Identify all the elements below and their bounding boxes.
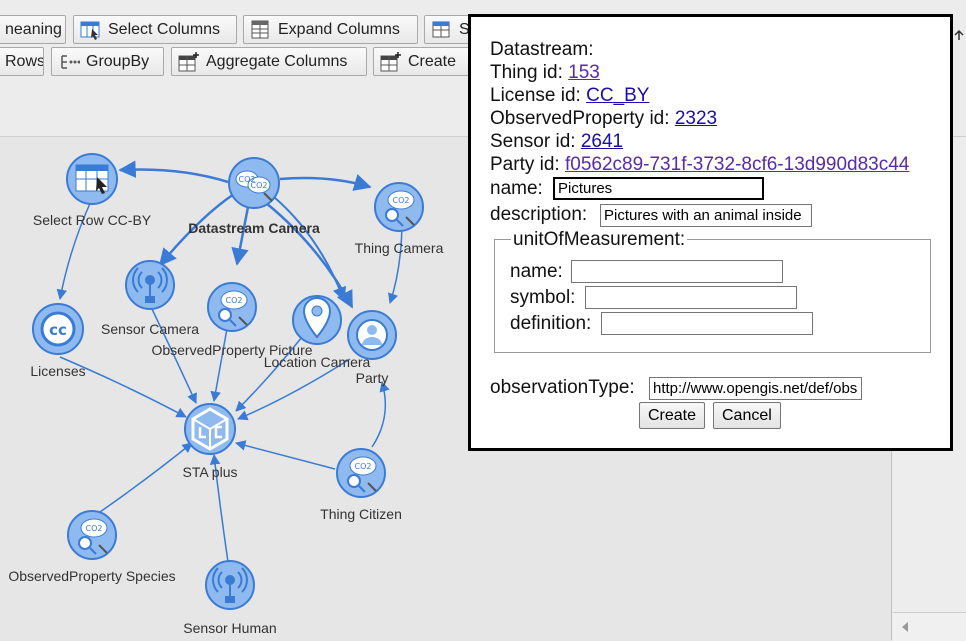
thing-id-label: Thing id:	[490, 62, 569, 83]
expand-columns-label: Expand Columns	[278, 21, 400, 38]
node-observedproperty-picture[interactable]: CO2	[207, 282, 257, 332]
node-label: STA plus	[182, 464, 238, 480]
svg-text:CO2: CO2	[355, 462, 372, 471]
node-label: ObservedProperty Species	[8, 568, 176, 584]
observed-property-id-row: ObservedProperty id: 2323	[490, 108, 717, 130]
node-label: Sensor Human	[183, 620, 277, 636]
observation-type-input[interactable]	[649, 377, 862, 400]
aggregate-columns-button[interactable]: Aggregate Columns	[171, 47, 367, 76]
select-columns-button[interactable]: Select Columns	[73, 15, 237, 44]
person-icon	[356, 319, 388, 351]
node-label: Datastream Camera	[188, 220, 320, 236]
groupby-icon	[61, 54, 80, 69]
sensor-id-link[interactable]: 2641	[581, 131, 623, 152]
node-label: Select Row CC-BY	[32, 212, 152, 228]
observed-property-id-link[interactable]: 2323	[675, 108, 717, 129]
node-party[interactable]	[347, 310, 397, 360]
cancel-button[interactable]: Cancel	[713, 402, 781, 429]
meaning-button[interactable]: neaning	[0, 15, 66, 44]
scroll-up-arrow-icon[interactable]	[953, 28, 965, 46]
edge-datastream-party	[265, 202, 354, 309]
unit-name-label: name:	[510, 261, 563, 282]
dialog-heading: Datastream:	[490, 39, 594, 60]
observed-property-id-label: ObservedProperty id:	[490, 108, 675, 129]
node-licenses[interactable]: cc	[32, 303, 84, 355]
expand-columns-icon	[251, 20, 269, 38]
create-table-icon	[380, 51, 401, 71]
license-id-label: License id:	[490, 85, 587, 106]
table-select-icon	[75, 164, 109, 194]
node-sensor-camera[interactable]	[125, 260, 175, 310]
node-label: Location Camera	[263, 354, 371, 370]
unit-definition-input[interactable]	[601, 312, 813, 335]
description-label: description:	[490, 204, 588, 225]
aggregate-columns-icon	[178, 51, 199, 71]
node-sta-plus[interactable]	[184, 403, 236, 455]
svg-text:CO2: CO2	[393, 196, 410, 205]
expand-columns-button[interactable]: Expand Columns	[243, 15, 418, 44]
node-location-camera[interactable]	[292, 295, 342, 345]
node-datastream-camera[interactable]: CO2 CO2	[228, 157, 280, 209]
sensor-id-row: Sensor id: 2641	[490, 131, 623, 153]
create-button[interactable]: Create	[373, 47, 480, 76]
node-select-row-cc-by[interactable]	[66, 153, 118, 205]
unit-symbol-label: symbol:	[510, 287, 576, 308]
unit-name-input[interactable]	[571, 260, 783, 283]
node-thing-camera[interactable]: CO2	[374, 182, 424, 232]
observation-type-label: observationType:	[490, 377, 635, 398]
edge-thingcitizen-sta	[234, 440, 336, 470]
unit-of-measurement-legend: unitOfMeasurement:	[511, 229, 688, 251]
svg-text:cc: cc	[49, 321, 67, 339]
rows-button[interactable]: Rows	[0, 47, 44, 76]
meaning-button-label: neaning	[5, 21, 62, 38]
node-sensor-human[interactable]	[205, 560, 255, 610]
aggregate-columns-label: Aggregate Columns	[206, 53, 348, 70]
party-id-row: Party id: f0562c89-731f-3732-8cf6-13d990…	[490, 154, 909, 176]
thing-id-link[interactable]: 153	[568, 62, 600, 83]
create-button[interactable]: Create	[639, 402, 706, 429]
node-label: Thing Citizen	[320, 506, 402, 522]
groupby-button[interactable]: GroupBy	[51, 47, 164, 76]
svg-text:CO2: CO2	[86, 524, 103, 533]
node-label: Party	[355, 370, 389, 386]
horizontal-scrollbar[interactable]	[893, 612, 966, 641]
select-columns-icon	[80, 21, 100, 40]
unit-definition-label: definition:	[510, 313, 592, 334]
unit-symbol-input[interactable]	[585, 286, 797, 309]
edge-datastream-location	[273, 196, 347, 302]
sensor-id-label: Sensor id:	[490, 131, 581, 152]
license-id-row: License id: CC_BY	[490, 85, 649, 107]
thing-id-row: Thing id: 153	[490, 62, 600, 84]
node-observedproperty-species[interactable]: CO2	[67, 510, 117, 560]
node-thing-citizen[interactable]: CO2	[336, 448, 386, 498]
scroll-left-arrow-icon[interactable]	[899, 621, 911, 633]
groupby-label: GroupBy	[86, 53, 150, 70]
edge-datastream-selectrow	[118, 160, 229, 184]
svg-text:CO2: CO2	[251, 181, 268, 190]
node-label: Licenses	[30, 363, 86, 379]
edge-observedproperty-sta	[210, 322, 229, 403]
edge-datastream-thing	[279, 174, 372, 191]
edge-species-sta	[99, 442, 193, 513]
description-input[interactable]	[600, 204, 812, 227]
node-label: Thing Camera	[354, 240, 444, 256]
party-id-link[interactable]: f0562c89-731f-3732-8cf6-13d990d83c44	[565, 154, 909, 175]
cc-icon: cc	[40, 311, 76, 347]
party-id-label: Party id:	[490, 154, 565, 175]
rows-button-label: Rows	[5, 53, 44, 70]
datastream-dialog: Datastream: Thing id: 153 License id: CC…	[468, 14, 953, 451]
license-id-link[interactable]: CC_BY	[586, 85, 649, 106]
svg-text:CO2: CO2	[226, 296, 243, 305]
node-label: Sensor Camera	[100, 321, 200, 337]
name-input[interactable]	[553, 177, 764, 200]
edge-thingcitizen-party	[371, 380, 390, 448]
table-icon	[432, 21, 450, 37]
select-columns-label: Select Columns	[108, 21, 221, 38]
name-label: name:	[490, 178, 543, 199]
create-label: Create	[408, 53, 457, 70]
